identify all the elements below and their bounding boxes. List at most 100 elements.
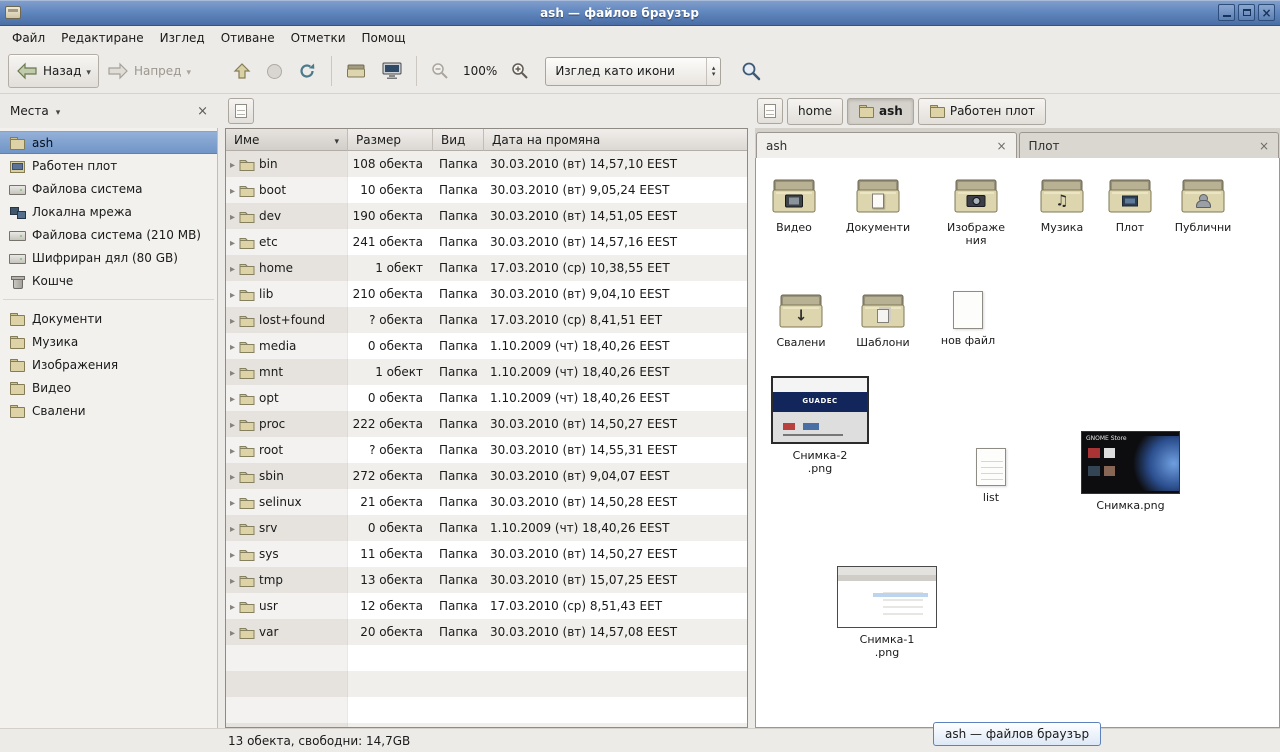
column-header-name[interactable]: Име <box>226 129 348 151</box>
forward-button[interactable]: Напред <box>99 54 199 88</box>
sidebar-item[interactable]: Изображения <box>0 353 217 376</box>
expander-icon[interactable] <box>230 183 235 197</box>
file-icon-item[interactable]: нов файл <box>932 291 1004 347</box>
maximize-button[interactable] <box>1238 4 1255 21</box>
expander-icon[interactable] <box>230 469 235 483</box>
file-row[interactable]: selinux 21 обекта Папка 30.03.2010 (вт) … <box>226 489 747 515</box>
file-row[interactable]: home 1 обект Папка 17.03.2010 (ср) 10,38… <box>226 255 747 281</box>
sidebar-item[interactable]: Файлова система <box>0 177 217 200</box>
menu-item[interactable]: Изглед <box>152 28 213 48</box>
column-header-size[interactable]: Размер <box>348 129 433 151</box>
sidebar-item[interactable]: Шифриран дял (80 GB) <box>0 246 217 269</box>
file-row[interactable]: etc 241 обекта Папка 30.03.2010 (вт) 14,… <box>226 229 747 255</box>
file-row[interactable]: bin 108 обекта Папка 30.03.2010 (вт) 14,… <box>226 151 747 177</box>
expander-icon[interactable] <box>230 287 235 301</box>
file-row[interactable]: lib 210 обекта Папка 30.03.2010 (вт) 9,0… <box>226 281 747 307</box>
up-button[interactable] <box>225 54 259 88</box>
path-button-label: ash <box>879 104 903 118</box>
column-header-date[interactable]: Дата на промяна <box>484 129 747 151</box>
expander-icon[interactable] <box>230 261 235 275</box>
view-mode-select[interactable]: Изглед като икони <box>545 57 721 86</box>
file-row[interactable]: sbin 272 обекта Папка 30.03.2010 (вт) 9,… <box>226 463 747 489</box>
file-icon-item[interactable]: GNOME Store Снимка.png <box>1081 431 1180 512</box>
pane-tab[interactable]: Плот <box>1019 132 1280 158</box>
forward-arrow-icon <box>107 62 129 80</box>
places-header[interactable]: Места <box>0 94 218 128</box>
expander-icon[interactable] <box>230 157 235 171</box>
location-row: Места home ash Работен плот <box>0 94 1280 128</box>
file-icon-item[interactable]: list <box>955 448 1027 504</box>
places-dropdown-icon[interactable] <box>56 104 61 118</box>
sidebar-item[interactable]: Работен плот <box>0 154 217 177</box>
sidebar-item[interactable]: Музика <box>0 330 217 353</box>
expander-icon[interactable] <box>230 417 235 431</box>
file-row[interactable]: dev 190 обекта Папка 30.03.2010 (вт) 14,… <box>226 203 747 229</box>
minimize-button[interactable] <box>1218 4 1235 21</box>
sidebar-item[interactable]: Видео <box>0 376 217 399</box>
expander-icon[interactable] <box>230 443 235 457</box>
file-row[interactable]: tmp 13 обекта Папка 30.03.2010 (вт) 15,0… <box>226 567 747 593</box>
menu-item[interactable]: Файл <box>4 28 53 48</box>
file-icon-item[interactable]: GUADEC Снимка-2.png <box>771 376 869 475</box>
tab-close-icon[interactable] <box>996 139 1006 153</box>
places-close-button[interactable] <box>197 104 208 119</box>
file-row[interactable]: proc 222 обекта Папка 30.03.2010 (вт) 14… <box>226 411 747 437</box>
sidebar-item[interactable]: Файлова система (210 MB) <box>0 223 217 246</box>
expander-icon[interactable] <box>230 209 235 223</box>
tab-close-icon[interactable] <box>1259 139 1269 153</box>
sidebar-item[interactable]: Свалени <box>0 399 217 422</box>
forward-history-dropdown-icon[interactable] <box>186 64 191 78</box>
file-row[interactable]: boot 10 обекта Папка 30.03.2010 (вт) 9,0… <box>226 177 747 203</box>
expander-icon[interactable] <box>230 573 235 587</box>
path-button[interactable]: home <box>787 98 843 125</box>
home-button[interactable] <box>338 54 374 88</box>
back-history-dropdown-icon[interactable] <box>86 64 91 78</box>
search-button[interactable] <box>733 54 769 88</box>
close-button[interactable] <box>1258 4 1275 21</box>
menu-item[interactable]: Помощ <box>354 28 414 48</box>
expander-icon[interactable] <box>230 339 235 353</box>
expander-icon[interactable] <box>230 235 235 249</box>
column-header-type[interactable]: Вид <box>433 129 484 151</box>
expander-icon[interactable] <box>230 521 235 535</box>
zoom-in-button[interactable] <box>503 54 537 88</box>
titlebar[interactable]: ash — файлов браузър <box>0 0 1280 26</box>
file-row[interactable]: opt 0 обекта Папка 1.10.2009 (чт) 18,40,… <box>226 385 747 411</box>
expander-icon[interactable] <box>230 313 235 327</box>
expander-icon[interactable] <box>230 625 235 639</box>
sidebar-item[interactable]: Локална мрежа <box>0 200 217 223</box>
expander-icon[interactable] <box>230 547 235 561</box>
menu-item[interactable]: Редактиране <box>53 28 152 48</box>
sidebar-item[interactable]: ash <box>0 131 217 154</box>
sidebar-item[interactable]: Документи <box>0 307 217 330</box>
file-row[interactable]: srv 0 обекта Папка 1.10.2009 (чт) 18,40,… <box>226 515 747 541</box>
path-button[interactable]: ash <box>847 98 914 125</box>
expander-icon[interactable] <box>230 495 235 509</box>
computer-button[interactable] <box>374 54 410 88</box>
menu-item[interactable]: Отметки <box>283 28 354 48</box>
taskbar-window-button[interactable]: ash — файлов браузър <box>933 722 1101 746</box>
left-pane-location-toggle[interactable] <box>228 98 254 124</box>
file-row[interactable]: var 20 обекта Папка 30.03.2010 (вт) 14,5… <box>226 619 747 645</box>
right-pane-location-toggle[interactable] <box>757 98 783 124</box>
reload-button[interactable] <box>290 54 325 88</box>
file-row[interactable]: media 0 обекта Папка 1.10.2009 (чт) 18,4… <box>226 333 747 359</box>
expander-icon[interactable] <box>230 365 235 379</box>
file-row[interactable]: sys 11 обекта Папка 30.03.2010 (вт) 14,5… <box>226 541 747 567</box>
back-button[interactable]: Назад <box>8 54 99 88</box>
file-row[interactable]: root ? обекта Папка 30.03.2010 (вт) 14,5… <box>226 437 747 463</box>
path-button[interactable]: Работен плот <box>918 98 1046 125</box>
expander-icon[interactable] <box>230 391 235 405</box>
stop-button[interactable] <box>259 54 290 88</box>
cell-name: root <box>226 443 348 457</box>
cell-date: 30.03.2010 (вт) 14,50,27 EEST <box>484 417 747 431</box>
file-row[interactable]: lost+found ? обекта Папка 17.03.2010 (ср… <box>226 307 747 333</box>
file-icon-item[interactable]: Снимка-1.png <box>837 566 937 659</box>
file-row[interactable]: usr 12 обекта Папка 17.03.2010 (ср) 8,51… <box>226 593 747 619</box>
expander-icon[interactable] <box>230 599 235 613</box>
pane-tab[interactable]: ash <box>756 132 1017 158</box>
sidebar-item[interactable]: Кошче <box>0 269 217 292</box>
file-row[interactable]: mnt 1 обект Папка 1.10.2009 (чт) 18,40,2… <box>226 359 747 385</box>
zoom-out-button[interactable] <box>423 54 457 88</box>
menu-item[interactable]: Отиване <box>213 28 283 48</box>
